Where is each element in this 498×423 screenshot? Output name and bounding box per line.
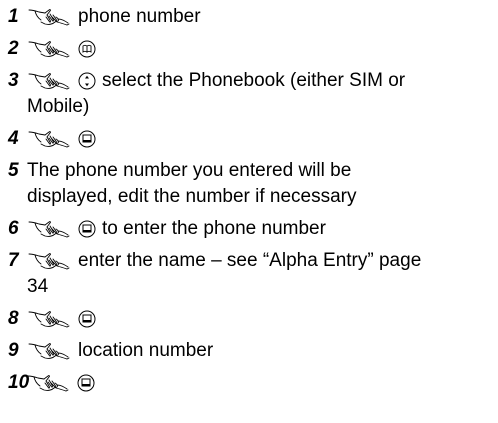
step-continuation: displayed, edit the number if necessary bbox=[27, 185, 490, 209]
step-line bbox=[26, 371, 490, 395]
select-key-icon bbox=[78, 220, 96, 238]
step-line: to enter the phone number bbox=[27, 217, 490, 241]
step-number: 2 bbox=[8, 38, 19, 59]
press-hand-icon bbox=[27, 340, 71, 362]
press-hand-icon bbox=[27, 308, 71, 330]
step-line: select the Phonebook (either SIM or bbox=[27, 69, 490, 93]
step-text: location number bbox=[78, 340, 214, 361]
press-hand-icon bbox=[26, 372, 70, 394]
step-continuation: Mobile) bbox=[27, 95, 490, 119]
step-number: 8 bbox=[8, 308, 19, 329]
press-hand-icon bbox=[27, 218, 71, 240]
step-continuation: 34 bbox=[27, 275, 490, 299]
step-line: phone number bbox=[27, 5, 490, 29]
step-number: 7 bbox=[8, 250, 19, 271]
step-line: The phone number you entered will be bbox=[27, 159, 490, 183]
step-number: 6 bbox=[8, 218, 19, 239]
step-text: The phone number you entered will be bbox=[27, 160, 352, 181]
step-line: enter the name – see “Alpha Entry” page bbox=[27, 249, 490, 273]
step-number: 4 bbox=[8, 128, 19, 149]
step-line bbox=[27, 307, 490, 331]
navigation-key-icon bbox=[78, 72, 96, 90]
step-text: enter the name – see “Alpha Entry” page bbox=[78, 250, 422, 271]
press-hand-icon bbox=[27, 6, 71, 28]
select-key-icon bbox=[78, 310, 96, 328]
step-number: 9 bbox=[8, 340, 19, 361]
step-line bbox=[27, 37, 490, 61]
step-line: location number bbox=[27, 339, 490, 363]
instruction-steps: 1 phone number 2 3 select the Phonebook (eit… bbox=[0, 0, 498, 423]
press-hand-icon bbox=[27, 250, 71, 272]
press-hand-icon bbox=[27, 70, 71, 92]
select-key-icon bbox=[77, 374, 95, 392]
step-number: 1 bbox=[8, 6, 19, 27]
phonebook-key-icon bbox=[78, 40, 96, 58]
step-number: 5 bbox=[8, 160, 19, 181]
step-text: to enter the phone number bbox=[102, 218, 326, 239]
select-key-icon bbox=[78, 130, 96, 148]
step-text: select the Phonebook (either SIM or bbox=[102, 70, 406, 91]
step-line bbox=[27, 127, 490, 151]
step-number: 3 bbox=[8, 70, 19, 91]
step-text: phone number bbox=[78, 6, 201, 27]
press-hand-icon bbox=[27, 38, 71, 60]
step-continuation-text: displayed, edit the number if necessary bbox=[27, 186, 357, 207]
press-hand-icon bbox=[27, 128, 71, 150]
step-continuation-text: Mobile) bbox=[27, 96, 90, 117]
step-continuation-text: 34 bbox=[27, 276, 49, 297]
